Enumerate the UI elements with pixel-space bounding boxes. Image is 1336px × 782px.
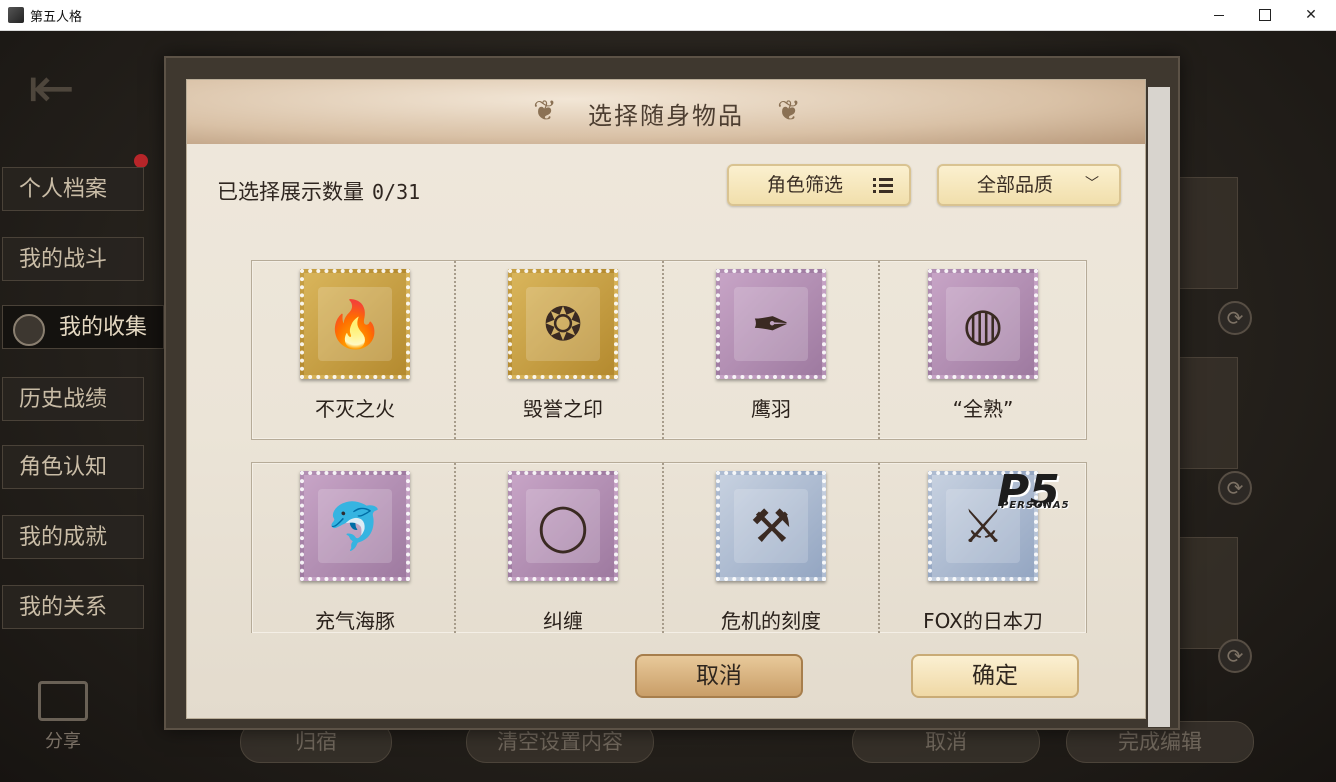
item-card[interactable]: 🐬 充气海豚 bbox=[252, 463, 458, 633]
cancel-label: 取消 bbox=[696, 663, 742, 689]
refresh-icon[interactable]: ⟳ bbox=[1218, 471, 1252, 505]
item-card[interactable]: ✒ 鹰羽 bbox=[668, 261, 874, 439]
refresh-icon[interactable]: ⟳ bbox=[1218, 301, 1252, 335]
dialog-header: ❦ 选择随身物品 ❦ bbox=[187, 80, 1145, 144]
quality-dropdown[interactable]: 全部品质 ﹀ bbox=[937, 164, 1121, 206]
item-card[interactable]: ◯ 纠缠 bbox=[460, 463, 666, 633]
item-shelf: 🐬 充气海豚 ◯ 纠缠 ⚒ 危机的刻度 ⚔ FOX的日本刀 bbox=[251, 462, 1087, 633]
item-card[interactable]: 🔥 不灭之火 bbox=[252, 261, 458, 439]
confirm-label: 确定 bbox=[972, 663, 1018, 689]
item-label: 毁誉之印 bbox=[523, 397, 603, 421]
selection-count-value: 0/31 bbox=[372, 180, 421, 204]
select-items-dialog: ❦ 选择随身物品 ❦ 已选择展示数量 0/31 角色筛选 全部品质 ﹀ 🔥 不灭之… bbox=[186, 79, 1146, 719]
sidebar-item-battles[interactable]: 我的战斗 bbox=[2, 237, 144, 281]
sidebar-item-relations[interactable]: 我的关系 bbox=[2, 585, 144, 629]
seal-icon: ❂ bbox=[526, 287, 600, 361]
wheat-icon: ❦ bbox=[777, 94, 801, 127]
item-stamp: 🐬 bbox=[300, 471, 410, 581]
share-icon bbox=[38, 681, 88, 721]
persona5-logo: P5 PERSONA5 bbox=[997, 466, 1070, 517]
sidebar-item-profile[interactable]: 个人档案 bbox=[2, 167, 144, 211]
chevron-down-icon: ﹀ bbox=[1085, 176, 1099, 192]
item-card[interactable]: ◍ “全熟” bbox=[880, 261, 1086, 439]
character-filter-button[interactable]: 角色筛选 bbox=[727, 164, 911, 206]
window-titlebar: 第五人格 ✕ bbox=[0, 0, 1336, 31]
sidebar-item-achievements[interactable]: 我的成就 bbox=[2, 515, 144, 559]
sidebar-item-character[interactable]: 角色认知 bbox=[2, 445, 144, 489]
item-stamp: ❂ bbox=[508, 269, 618, 379]
minimize-button[interactable] bbox=[1196, 0, 1242, 30]
character-filter-label: 角色筛选 bbox=[767, 174, 844, 196]
maximize-button[interactable] bbox=[1242, 0, 1288, 30]
torch-icon: 🔥 bbox=[318, 287, 392, 361]
item-shelf: 🔥 不灭之火 ❂ 毁誉之印 ✒ 鹰羽 ◍ “全熟” bbox=[251, 260, 1087, 440]
paper-edge bbox=[1148, 87, 1170, 727]
maximize-icon bbox=[1259, 9, 1271, 21]
item-label: FOX的日本刀 bbox=[923, 609, 1043, 633]
sidebar-item-history[interactable]: 历史战绩 bbox=[2, 377, 144, 421]
compass-icon: ⚒ bbox=[734, 489, 808, 563]
item-label: “全熟” bbox=[952, 397, 1014, 421]
item-label: 不灭之火 bbox=[315, 397, 395, 421]
collection-badge-icon bbox=[13, 314, 45, 346]
dish-icon: ◍ bbox=[946, 287, 1020, 361]
selection-count: 已选择展示数量 0/31 bbox=[217, 176, 420, 206]
item-label: 危机的刻度 bbox=[721, 609, 821, 633]
item-stamp: ⚒ bbox=[716, 471, 826, 581]
feather-icon: ✒ bbox=[734, 287, 808, 361]
list-icon bbox=[873, 175, 893, 195]
item-label: 鹰羽 bbox=[751, 397, 791, 421]
item-stamp: ◍ bbox=[928, 269, 1038, 379]
share-button[interactable]: 分享 bbox=[38, 681, 88, 753]
confirm-button[interactable]: 确定 bbox=[903, 650, 1087, 702]
dialog-title: 选择随身物品 bbox=[588, 102, 744, 130]
quality-dropdown-label: 全部品质 bbox=[977, 174, 1054, 196]
right-slot[interactable] bbox=[1176, 357, 1238, 469]
item-label: 纠缠 bbox=[543, 609, 583, 633]
refresh-icon[interactable]: ⟳ bbox=[1218, 639, 1252, 673]
window-title: 第五人格 bbox=[30, 10, 83, 25]
item-card[interactable]: ❂ 毁誉之印 bbox=[460, 261, 666, 439]
game-screen: ⇤ 个人档案 我的战斗 我的收集 历史战绩 角色认知 我的成就 我的关系 分享 … bbox=[0, 31, 1336, 782]
dolphin-icon: 🐬 bbox=[318, 489, 392, 563]
sidebar-item-collection[interactable]: 我的收集 bbox=[2, 305, 164, 349]
minimize-icon bbox=[1214, 14, 1224, 16]
share-label: 分享 bbox=[45, 731, 81, 752]
ring-icon: ◯ bbox=[526, 489, 600, 563]
notification-dot bbox=[134, 154, 148, 168]
item-card[interactable]: ⚒ 危机的刻度 bbox=[668, 463, 874, 633]
exit-icon[interactable]: ⇤ bbox=[28, 59, 90, 119]
item-label: 充气海豚 bbox=[315, 609, 395, 633]
item-stamp: 🔥 bbox=[300, 269, 410, 379]
item-stamp: ✒ bbox=[716, 269, 826, 379]
cancel-button[interactable]: 取消 bbox=[627, 650, 811, 702]
app-icon bbox=[8, 7, 24, 23]
close-icon: ✕ bbox=[1305, 7, 1317, 23]
sidebar-item-label: 我的收集 bbox=[59, 315, 148, 340]
item-stamp: ◯ bbox=[508, 471, 618, 581]
right-slot[interactable] bbox=[1176, 537, 1238, 649]
close-button[interactable]: ✕ bbox=[1288, 0, 1334, 30]
selection-count-label: 已选择展示数量 bbox=[217, 180, 364, 204]
right-slot[interactable] bbox=[1176, 177, 1238, 289]
